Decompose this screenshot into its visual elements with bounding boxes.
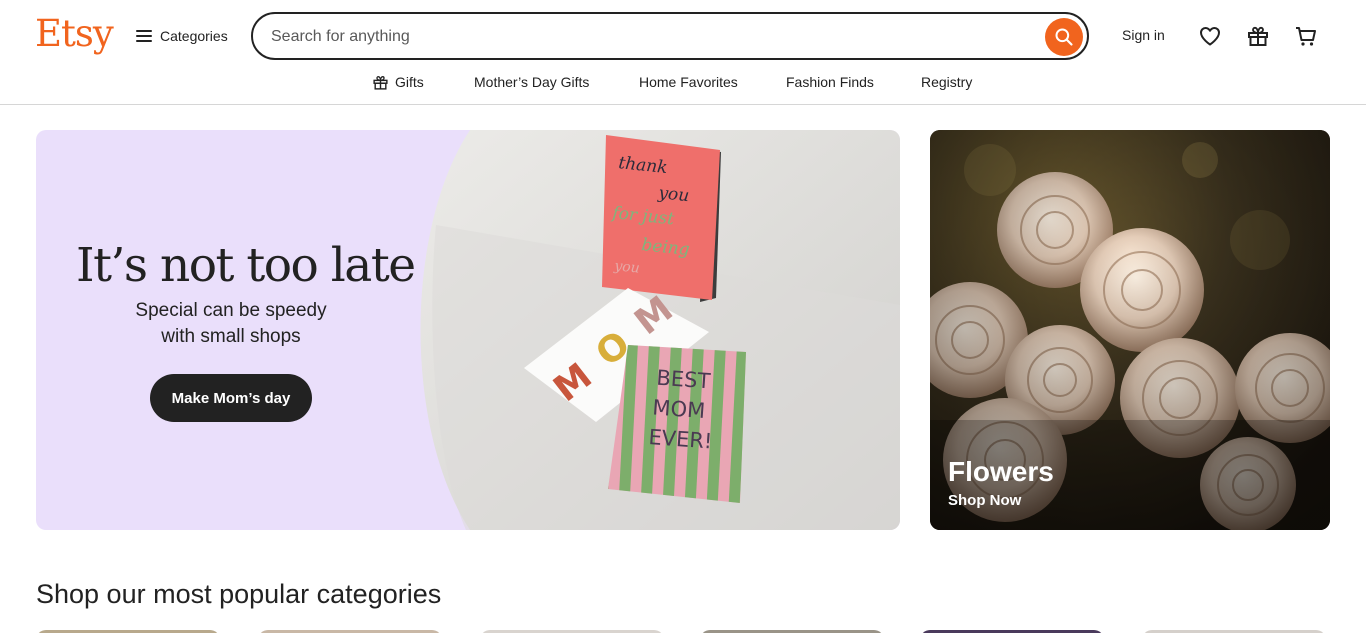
search-icon xyxy=(1055,28,1073,46)
pink-card-text: you xyxy=(613,258,641,277)
subnav-item-registry[interactable]: Registry xyxy=(921,70,972,94)
make-moms-day-button[interactable]: Make Mom’s day xyxy=(150,374,312,422)
shop-now-link[interactable]: Shop Now xyxy=(948,492,1021,509)
promo-title: Flowers xyxy=(948,456,1054,487)
search-input[interactable] xyxy=(271,24,1031,50)
subnav-label: Gifts xyxy=(395,74,424,90)
gift-icon[interactable] xyxy=(1246,24,1270,48)
popular-categories-heading: Shop our most popular categories xyxy=(36,579,442,609)
gift-icon xyxy=(373,75,388,90)
hero-banner: thank you for just being you M O M BEST … xyxy=(36,130,900,530)
menu-icon xyxy=(136,30,152,42)
hero-subtitle-line: with small shops xyxy=(161,326,301,347)
site-header: Etsy Categories Sign in xyxy=(0,0,1366,105)
sign-in-link[interactable]: Sign in xyxy=(1122,27,1165,43)
hero-subtitle: Special can be speedy with small shops xyxy=(86,298,376,350)
striped-card-text: EVER! xyxy=(648,425,713,453)
categories-label: Categories xyxy=(160,28,228,44)
etsy-logo[interactable]: Etsy xyxy=(35,12,114,56)
hero-title: It’s not too late xyxy=(76,238,416,293)
search-bar xyxy=(251,12,1089,60)
subnav-item-gifts[interactable]: Gifts xyxy=(372,70,424,94)
pink-card-text: you xyxy=(656,183,690,206)
subnav-item-home-favorites[interactable]: Home Favorites xyxy=(639,70,738,94)
search-button[interactable] xyxy=(1045,18,1083,56)
flowers-promo-card[interactable]: Flowers Shop Now xyxy=(930,130,1330,530)
subnav-item-fashion-finds[interactable]: Fashion Finds xyxy=(786,70,874,94)
subnav: Gifts Mother’s Day Gifts Home Favorites … xyxy=(0,70,1366,94)
favorites-heart-icon[interactable] xyxy=(1198,24,1222,48)
cart-icon[interactable] xyxy=(1294,24,1318,48)
striped-card-text: BEST xyxy=(656,366,712,394)
categories-button[interactable]: Categories xyxy=(136,22,228,50)
striped-card-text: MOM xyxy=(652,395,706,423)
subnav-item-mothers-day-gifts[interactable]: Mother’s Day Gifts xyxy=(474,70,589,94)
hero-subtitle-line: Special can be speedy xyxy=(135,300,327,321)
